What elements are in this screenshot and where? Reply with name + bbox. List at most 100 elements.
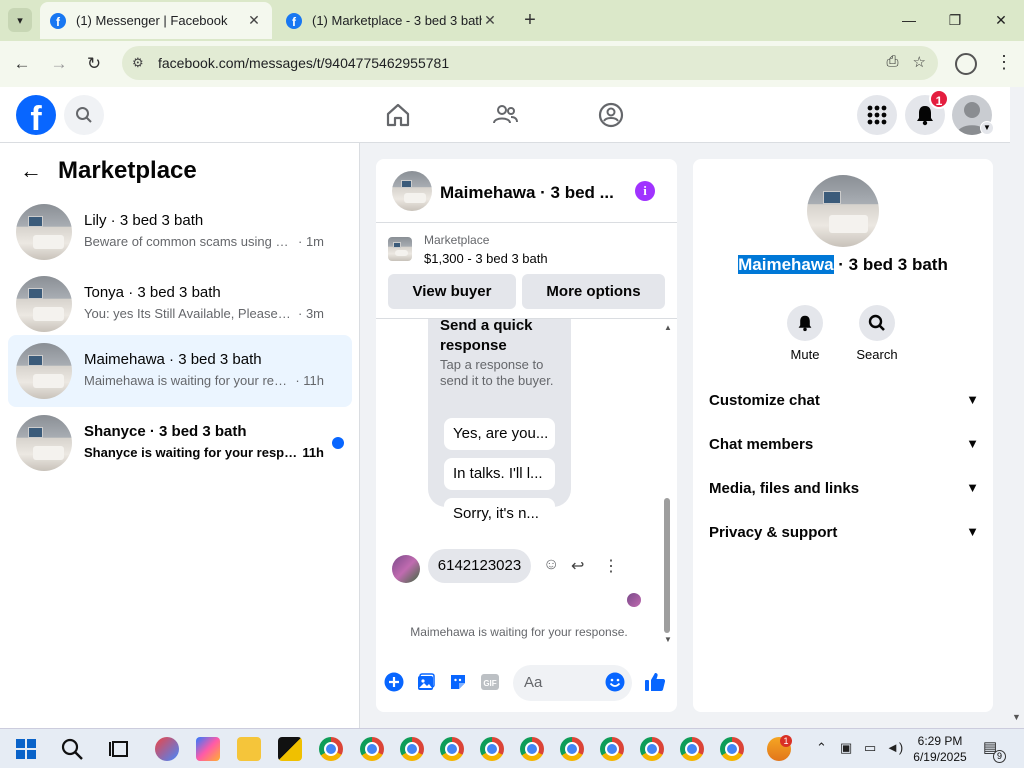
mute-label: Mute [790, 347, 820, 362]
chrome-icon[interactable] [560, 737, 584, 761]
site-info-icon[interactable]: ⚙ [132, 55, 150, 71]
seen-receipt-avatar [627, 593, 641, 607]
install-app-icon[interactable]: ⎙ [887, 53, 899, 71]
media-files-links-section[interactable]: Media, files and links ▼ [709, 480, 979, 504]
chrome-icon[interactable] [640, 737, 664, 761]
sticker-icon[interactable] [448, 672, 468, 692]
conversation-item-unread[interactable]: Shanyce · 3 bed 3 bath Shanyce is waitin… [8, 407, 352, 479]
chat-title[interactable]: Maimehawa · 3 bed ... [440, 183, 614, 203]
task-view-icon[interactable] [108, 737, 132, 761]
emoji-icon[interactable] [605, 672, 625, 692]
facebook-top-nav: f [0, 87, 1010, 143]
tab-close-icon[interactable]: ✕ [246, 12, 262, 29]
privacy-support-section[interactable]: Privacy & support ▼ [709, 524, 979, 548]
chat-members-section[interactable]: Chat members ▼ [709, 436, 979, 460]
listing-profile-image[interactable] [807, 175, 879, 247]
page-scroll-down-icon[interactable]: ▼ [1012, 712, 1021, 722]
conversation-item-selected[interactable]: Maimehawa · 3 bed 3 bath Maimehawa is wa… [8, 335, 352, 407]
snipping-tool-icon[interactable] [155, 737, 179, 761]
chat-scrollbar-thumb[interactable] [664, 498, 670, 633]
chrome-icon[interactable] [520, 737, 544, 761]
photo-icon[interactable] [416, 672, 436, 692]
facebook-search-button[interactable] [64, 95, 104, 135]
app-badge: 1 [780, 735, 792, 747]
chat-status-text: Maimehawa is waiting for your response. [410, 625, 628, 639]
chrome-icon[interactable] [600, 737, 624, 761]
browser-menu-icon[interactable]: ⋮ [995, 52, 1013, 73]
browser-profile-icon[interactable] [955, 53, 977, 75]
reload-button[interactable]: ↻ [82, 52, 106, 76]
meet-now-icon[interactable]: ▣ [840, 740, 852, 756]
sticky-app-icon[interactable] [278, 737, 302, 761]
gif-icon[interactable]: GIF [480, 672, 500, 692]
info-icon[interactable]: i [635, 181, 655, 201]
show-hidden-icons-icon[interactable]: ⌃ [816, 740, 827, 756]
chrome-icon[interactable] [680, 737, 704, 761]
quick-response-option[interactable]: Sorry, it's n... [444, 498, 555, 530]
chevron-down-icon[interactable]: ▼ [980, 121, 994, 135]
chrome-icon[interactable] [319, 737, 343, 761]
unread-dot [332, 437, 344, 449]
view-buyer-button[interactable]: View buyer [388, 274, 516, 309]
back-button[interactable]: ← [10, 52, 34, 76]
tab-title: (1) Marketplace - 3 bed 3 bath | [312, 13, 482, 28]
file-explorer-icon[interactable] [237, 737, 261, 761]
home-icon[interactable] [384, 101, 412, 129]
menu-grid-button[interactable] [857, 95, 897, 135]
system-clock[interactable]: 6:29 PM 6/19/2025 [908, 733, 972, 765]
tab-close-icon[interactable]: ✕ [482, 12, 498, 29]
sender-avatar[interactable] [392, 555, 420, 583]
search-icon[interactable] [60, 737, 84, 761]
message-bubble[interactable]: 6142123023 [428, 549, 531, 583]
quick-response-option[interactable]: In talks. I'll l... [444, 458, 555, 490]
conversation-item[interactable]: Lily · 3 bed 3 bath Beware of common sca… [8, 196, 352, 268]
thumbs-up-icon[interactable] [644, 671, 666, 693]
copilot-icon[interactable] [196, 737, 220, 761]
scroll-up-icon[interactable]: ▲ [664, 323, 672, 332]
minimize-button[interactable]: — [894, 8, 924, 32]
windows-taskbar: 1 ⌃ ▣ ▭ ◄) 6:29 PM 6/19/2025 ▤ 9 [0, 728, 1024, 768]
listing-price-title[interactable]: $1,300 - 3 bed 3 bath [424, 251, 548, 266]
add-more-icon[interactable] [384, 672, 404, 692]
back-arrow-icon[interactable]: ← [20, 158, 42, 184]
chrome-icon[interactable] [360, 737, 384, 761]
customize-chat-section[interactable]: Customize chat ▼ [709, 392, 979, 416]
quick-response-option[interactable]: Yes, are you... [444, 418, 555, 450]
chrome-icon[interactable] [400, 737, 424, 761]
facebook-logo-icon[interactable]: f [16, 95, 56, 135]
chrome-icon[interactable] [720, 737, 744, 761]
groups-icon[interactable] [597, 101, 625, 129]
selected-name-text[interactable]: Maimehawa [738, 255, 834, 274]
tab-messenger[interactable]: f (1) Messenger | Facebook ✕ [40, 2, 272, 39]
tab-marketplace[interactable]: f (1) Marketplace - 3 bed 3 bath | ✕ [276, 2, 508, 39]
notification-count-badge: 1 [929, 89, 949, 109]
react-emoji-icon[interactable]: ☺ [543, 556, 559, 574]
volume-icon[interactable]: ◄) [886, 740, 903, 755]
chrome-icon[interactable] [440, 737, 464, 761]
friends-icon[interactable] [491, 101, 519, 129]
conversation-name: Tonya · 3 bed 3 bath [84, 284, 221, 301]
listing-summary: Marketplace $1,300 - 3 bed 3 bath View b… [376, 223, 677, 319]
reply-icon[interactable]: ↩ [571, 556, 584, 576]
bookmark-star-icon[interactable]: ☆ [913, 53, 926, 71]
more-actions-icon[interactable]: ⋮ [603, 556, 619, 576]
chevron-down-icon: ▼ [966, 524, 979, 539]
address-bar[interactable]: ⚙ facebook.com/messages/t/94047754629557… [122, 46, 938, 80]
more-options-button[interactable]: More options [522, 274, 665, 309]
windows-start-icon[interactable] [14, 737, 38, 761]
facebook-favicon-icon: f [286, 12, 302, 29]
chrome-icon[interactable] [480, 737, 504, 761]
tab-search-button[interactable]: ▾ [8, 8, 32, 32]
maximize-button[interactable]: ❐ [940, 8, 970, 32]
forward-button[interactable]: → [47, 52, 71, 76]
search-in-chat-button[interactable]: Search [847, 305, 907, 362]
close-window-button[interactable]: ✕ [986, 8, 1016, 32]
chat-listing-thumbnail[interactable] [392, 171, 432, 211]
chevron-down-icon: ▼ [966, 392, 979, 407]
conversation-item[interactable]: Tonya · 3 bed 3 bath You: yes Its Still … [8, 268, 352, 340]
scroll-down-icon[interactable]: ▼ [664, 635, 672, 644]
network-icon[interactable]: ▭ [864, 740, 876, 756]
mute-button[interactable]: Mute [775, 305, 835, 362]
grid-icon [867, 105, 887, 125]
new-tab-button[interactable]: + [518, 9, 542, 33]
